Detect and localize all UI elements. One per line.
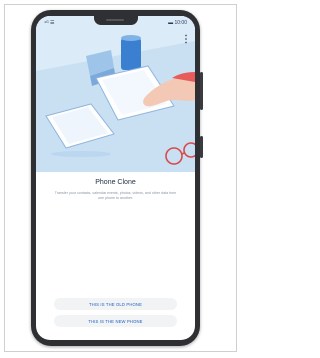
old-phone-button[interactable]: THIS IS THE OLD PHONE (54, 298, 177, 310)
battery-time-indicator: ▬ 10:00 (168, 20, 187, 26)
more-vertical-icon[interactable] (183, 34, 189, 44)
page-title: Phone Clone (95, 179, 136, 186)
power-key (200, 136, 203, 158)
phone-screen: ⁴ᴳ ☰ ▬ 10:00 Phone Clone Transfer your c… (36, 16, 195, 340)
hero-illustration (36, 16, 195, 172)
cup-illustration (121, 38, 141, 70)
signal-indicator: ⁴ᴳ ☰ (44, 20, 55, 26)
status-bar: ⁴ᴳ ☰ ▬ 10:00 (36, 16, 195, 30)
volume-key (200, 72, 203, 110)
page-description: Transfer your contacts, calendar events,… (54, 191, 177, 200)
new-phone-button[interactable]: THIS IS THE NEW PHONE (54, 315, 177, 327)
